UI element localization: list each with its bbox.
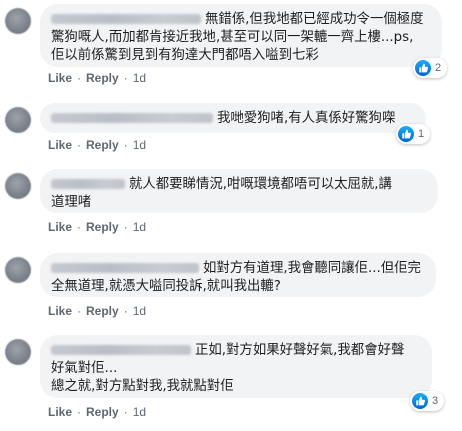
- comment-bubble: 無錯係,但我地都已經成功令一個極度 驚狗嘅人,而加都肯接近我地,甚至可以同一架轆…: [40, 4, 442, 67]
- avatar[interactable]: [5, 339, 31, 365]
- comment-text-line: 正如,對方如果好聲好氣,我都會好聲: [195, 343, 405, 358]
- comment-actions: Like · Reply · 1d: [48, 138, 147, 152]
- comment-bubble: 如對方有道理,我會聽同讓佢...但佢完 全無道理,就憑大嗌同投訴,就叫我出轆?: [40, 253, 436, 297]
- like-link[interactable]: Like: [48, 405, 72, 419]
- comment-text-line: 我哋愛狗啫,有人真係好驚狗㗎: [217, 111, 396, 126]
- comment-actions: Like · Reply · 1d: [48, 71, 147, 85]
- reply-link[interactable]: Reply: [86, 405, 119, 419]
- comment-bubble: 正如,對方如果好聲好氣,我都會好聲 好氣對佢... 總之就,對方點對我,我就點對…: [40, 335, 432, 398]
- author-name[interactable]: [51, 263, 199, 273]
- comment-text-line: 如對方有道理,我會聽同讓佢...但佢完: [203, 261, 421, 276]
- like-link[interactable]: Like: [48, 138, 72, 152]
- reaction-count[interactable]: 2: [413, 58, 448, 78]
- comment-bubble: 就人都要睇情況,咁嘅環境都唔可以太屈就,講 道理啫: [40, 169, 438, 213]
- author-name[interactable]: [51, 14, 201, 24]
- reply-link[interactable]: Reply: [86, 71, 119, 85]
- reaction-count[interactable]: 3: [410, 391, 445, 411]
- comment-text-line: 就人都要睇情況,咁嘅環境都唔可以太屈就,講: [129, 177, 392, 192]
- comment-text-line: 總之就,對方點對我,我就點對佢: [51, 379, 234, 394]
- reaction-count[interactable]: 1: [396, 124, 431, 144]
- reply-link[interactable]: Reply: [86, 304, 119, 318]
- author-name[interactable]: [51, 179, 125, 189]
- comment-actions: Like · Reply · 1d: [48, 405, 147, 419]
- reply-link[interactable]: Reply: [86, 138, 119, 152]
- like-link[interactable]: Like: [48, 304, 72, 318]
- author-name[interactable]: [51, 113, 213, 123]
- avatar[interactable]: [5, 8, 31, 34]
- comment-bubble: 我哋愛狗啫,有人真係好驚狗㗎: [40, 103, 426, 133]
- comment-text-line: 道理啫: [51, 195, 92, 210]
- reply-link[interactable]: Reply: [86, 220, 119, 234]
- comment-text-line: 驚狗嘅人,而加都肯接近我地,甚至可以同一架轆一齊上樓...ps,: [51, 30, 414, 45]
- thumbs-up-icon: [415, 60, 431, 76]
- comment-text-line: 無錯係,但我地都已經成功令一個極度: [205, 12, 424, 27]
- comment-actions: Like · Reply · 1d: [48, 220, 147, 234]
- comment-time[interactable]: 1d: [133, 405, 146, 419]
- comment-time[interactable]: 1d: [133, 220, 146, 234]
- avatar[interactable]: [5, 107, 31, 133]
- comment-text-line: 全無道理,就憑大嗌同投訴,就叫我出轆?: [51, 279, 281, 294]
- like-link[interactable]: Like: [48, 71, 72, 85]
- like-link[interactable]: Like: [48, 220, 72, 234]
- avatar[interactable]: [5, 257, 31, 283]
- comment-time[interactable]: 1d: [133, 138, 146, 152]
- comment-time[interactable]: 1d: [133, 71, 146, 85]
- comment-actions: Like · Reply · 1d: [48, 304, 147, 318]
- thumbs-up-icon: [412, 393, 428, 409]
- avatar[interactable]: [5, 173, 31, 199]
- comment-text-line: 佢以前係驚到見到有狗達大門都唔入嗌到七彩: [51, 48, 319, 63]
- author-name[interactable]: [51, 345, 191, 355]
- thumbs-up-icon: [398, 126, 414, 142]
- comment-time[interactable]: 1d: [133, 304, 146, 318]
- comment-text-line: 好氣對佢...: [51, 361, 118, 376]
